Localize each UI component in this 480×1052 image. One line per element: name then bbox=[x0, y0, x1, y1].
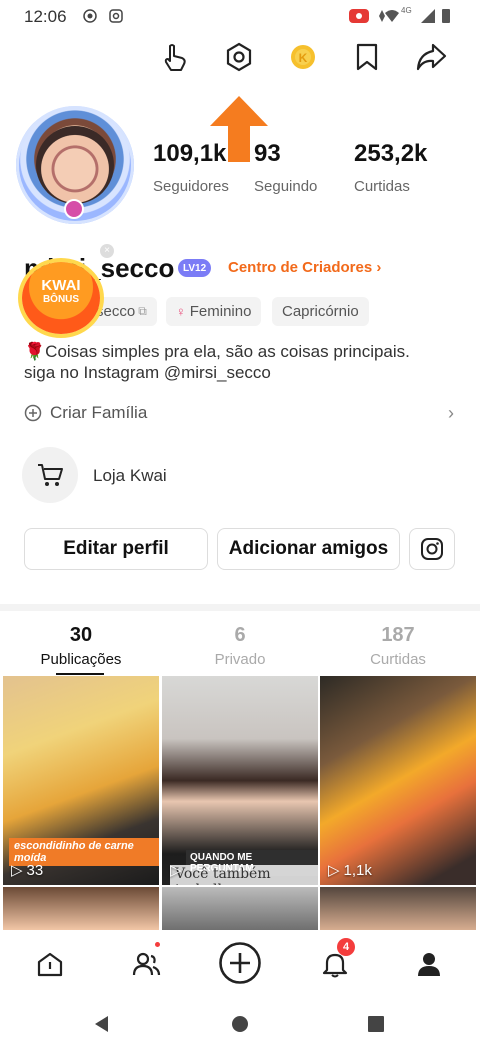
network-type: 4G bbox=[401, 6, 412, 15]
avatar-badge-icon bbox=[64, 199, 84, 219]
play-icon: ▷ bbox=[170, 862, 182, 879]
tab-likes[interactable]: 187 Curtidas bbox=[318, 624, 478, 668]
share-icon[interactable] bbox=[412, 38, 450, 76]
tab-likes-count: 187 bbox=[381, 624, 415, 646]
chip-zodiac-label: Capricórnio bbox=[282, 303, 359, 320]
back-icon[interactable] bbox=[92, 1014, 112, 1034]
chip-gender: ♀ Feminino bbox=[166, 297, 262, 326]
tab-publications-count: 30 bbox=[69, 624, 93, 646]
play-icon: ▷ bbox=[328, 862, 340, 879]
plus-circle-icon bbox=[24, 404, 42, 422]
likes-count: 253,2k bbox=[354, 140, 428, 167]
status-time: 12:06 bbox=[24, 7, 67, 26]
edit-profile-button[interactable]: Editar perfil bbox=[24, 528, 208, 570]
create-family-row[interactable]: Criar Família › bbox=[24, 402, 454, 424]
chip-zodiac: Capricórnio bbox=[272, 297, 369, 326]
tab-publications-label: Publicações bbox=[40, 651, 122, 668]
kwai-bonus-badge[interactable]: KWAI BÔNUS bbox=[22, 262, 100, 334]
notifications-badge: 4 bbox=[337, 938, 355, 956]
followers-label: Seguidores bbox=[153, 178, 229, 195]
wifi-icon bbox=[385, 10, 399, 22]
instagram-icon bbox=[421, 538, 443, 560]
nav-profile[interactable] bbox=[409, 944, 449, 984]
chevron-right-icon: › bbox=[448, 402, 454, 423]
store-button[interactable] bbox=[22, 447, 78, 503]
bookmark-icon[interactable] bbox=[348, 38, 386, 76]
chip-id-label: secco bbox=[96, 303, 136, 320]
coin-icon[interactable]: K bbox=[284, 38, 322, 76]
followers-count: 109,1k bbox=[153, 140, 227, 167]
creator-center-link[interactable]: Centro de Criadores › bbox=[228, 259, 381, 276]
tab-private[interactable]: 6 Privado bbox=[160, 624, 320, 668]
tab-publications[interactable]: 30 Publicações bbox=[1, 624, 161, 668]
friends-dot bbox=[155, 942, 160, 947]
nav-friends[interactable] bbox=[126, 944, 166, 984]
view-count-label: 33 bbox=[26, 861, 44, 879]
bonus-subtitle: BÔNUS bbox=[42, 294, 80, 305]
tab-indicator bbox=[56, 673, 104, 675]
avatar-photo bbox=[36, 126, 114, 204]
likes-label: Curtidas bbox=[354, 178, 410, 195]
view-count: ▷ 33 bbox=[11, 861, 44, 880]
add-friends-button[interactable]: Adicionar amigos bbox=[217, 528, 400, 570]
instagram-button[interactable] bbox=[409, 528, 455, 570]
tab-private-label: Privado bbox=[214, 651, 266, 668]
battery-icon bbox=[442, 9, 450, 23]
chip-gender-label: Feminino bbox=[189, 303, 252, 320]
likes-stat[interactable]: 253,2k Curtidas bbox=[354, 140, 427, 195]
profile-icon bbox=[418, 953, 440, 976]
followers-stat[interactable]: 109,1k Seguidores bbox=[153, 140, 229, 195]
bonus-title: KWAI bbox=[41, 277, 81, 294]
plus-icon bbox=[219, 942, 261, 984]
video-thumbnail[interactable] bbox=[320, 887, 476, 930]
home-icon bbox=[37, 952, 63, 977]
friends-icon bbox=[132, 952, 161, 976]
cart-icon bbox=[38, 464, 63, 486]
video-caption-bottom: Você também trabalha bbox=[170, 865, 318, 885]
tab-likes-label: Curtidas bbox=[370, 651, 426, 668]
bio-text: 🌹Coisas simples pra ela, são as coisas p… bbox=[24, 342, 410, 382]
copy-icon: ⧉ bbox=[138, 304, 147, 318]
video-thumbnail[interactable]: QUANDO ME PERGUNTAM Você também trabalha… bbox=[162, 676, 318, 885]
settings-icon[interactable] bbox=[220, 38, 258, 76]
tab-private-count: 6 bbox=[234, 624, 246, 646]
status-bar: 12:06 4G bbox=[0, 0, 480, 32]
following-count: 93 bbox=[254, 140, 281, 167]
video-thumbnail[interactable] bbox=[3, 887, 159, 930]
svg-text:K: K bbox=[299, 51, 308, 65]
play-indicator: ▷ bbox=[170, 861, 182, 879]
cast-icon bbox=[349, 9, 369, 23]
creator-center-label: Centro de Criadores bbox=[228, 259, 373, 276]
nav-home[interactable] bbox=[30, 944, 70, 984]
video-thumbnail[interactable]: ▷ 1,1k bbox=[320, 676, 476, 885]
system-nav bbox=[0, 998, 480, 1052]
following-stat[interactable]: 93 Seguindo bbox=[254, 140, 317, 195]
view-count: ▷ 1,1k bbox=[328, 861, 372, 880]
video-thumbnail[interactable] bbox=[162, 887, 318, 930]
chevron-right-icon: › bbox=[376, 259, 382, 276]
section-divider bbox=[0, 604, 480, 611]
level-badge: LV12 bbox=[178, 259, 212, 277]
instagram-status-icon bbox=[109, 9, 123, 23]
hand-icon[interactable] bbox=[156, 38, 194, 76]
record-icon bbox=[83, 9, 97, 23]
close-bonus-icon[interactable]: × bbox=[100, 244, 114, 258]
view-count-label: 1,1k bbox=[343, 861, 372, 879]
home-circle-icon[interactable] bbox=[230, 1014, 250, 1034]
video-thumbnail[interactable]: escondidinho de carne moída ▷ 33 bbox=[3, 676, 159, 885]
nav-create[interactable] bbox=[218, 941, 262, 985]
recents-icon[interactable] bbox=[367, 1015, 385, 1033]
female-icon: ♀ bbox=[176, 304, 186, 319]
following-label: Seguindo bbox=[254, 178, 318, 195]
signal-icon bbox=[421, 9, 435, 23]
store-label[interactable]: Loja Kwai bbox=[93, 466, 167, 486]
play-icon: ▷ bbox=[11, 862, 23, 879]
create-family-label: Criar Família bbox=[50, 403, 148, 422]
